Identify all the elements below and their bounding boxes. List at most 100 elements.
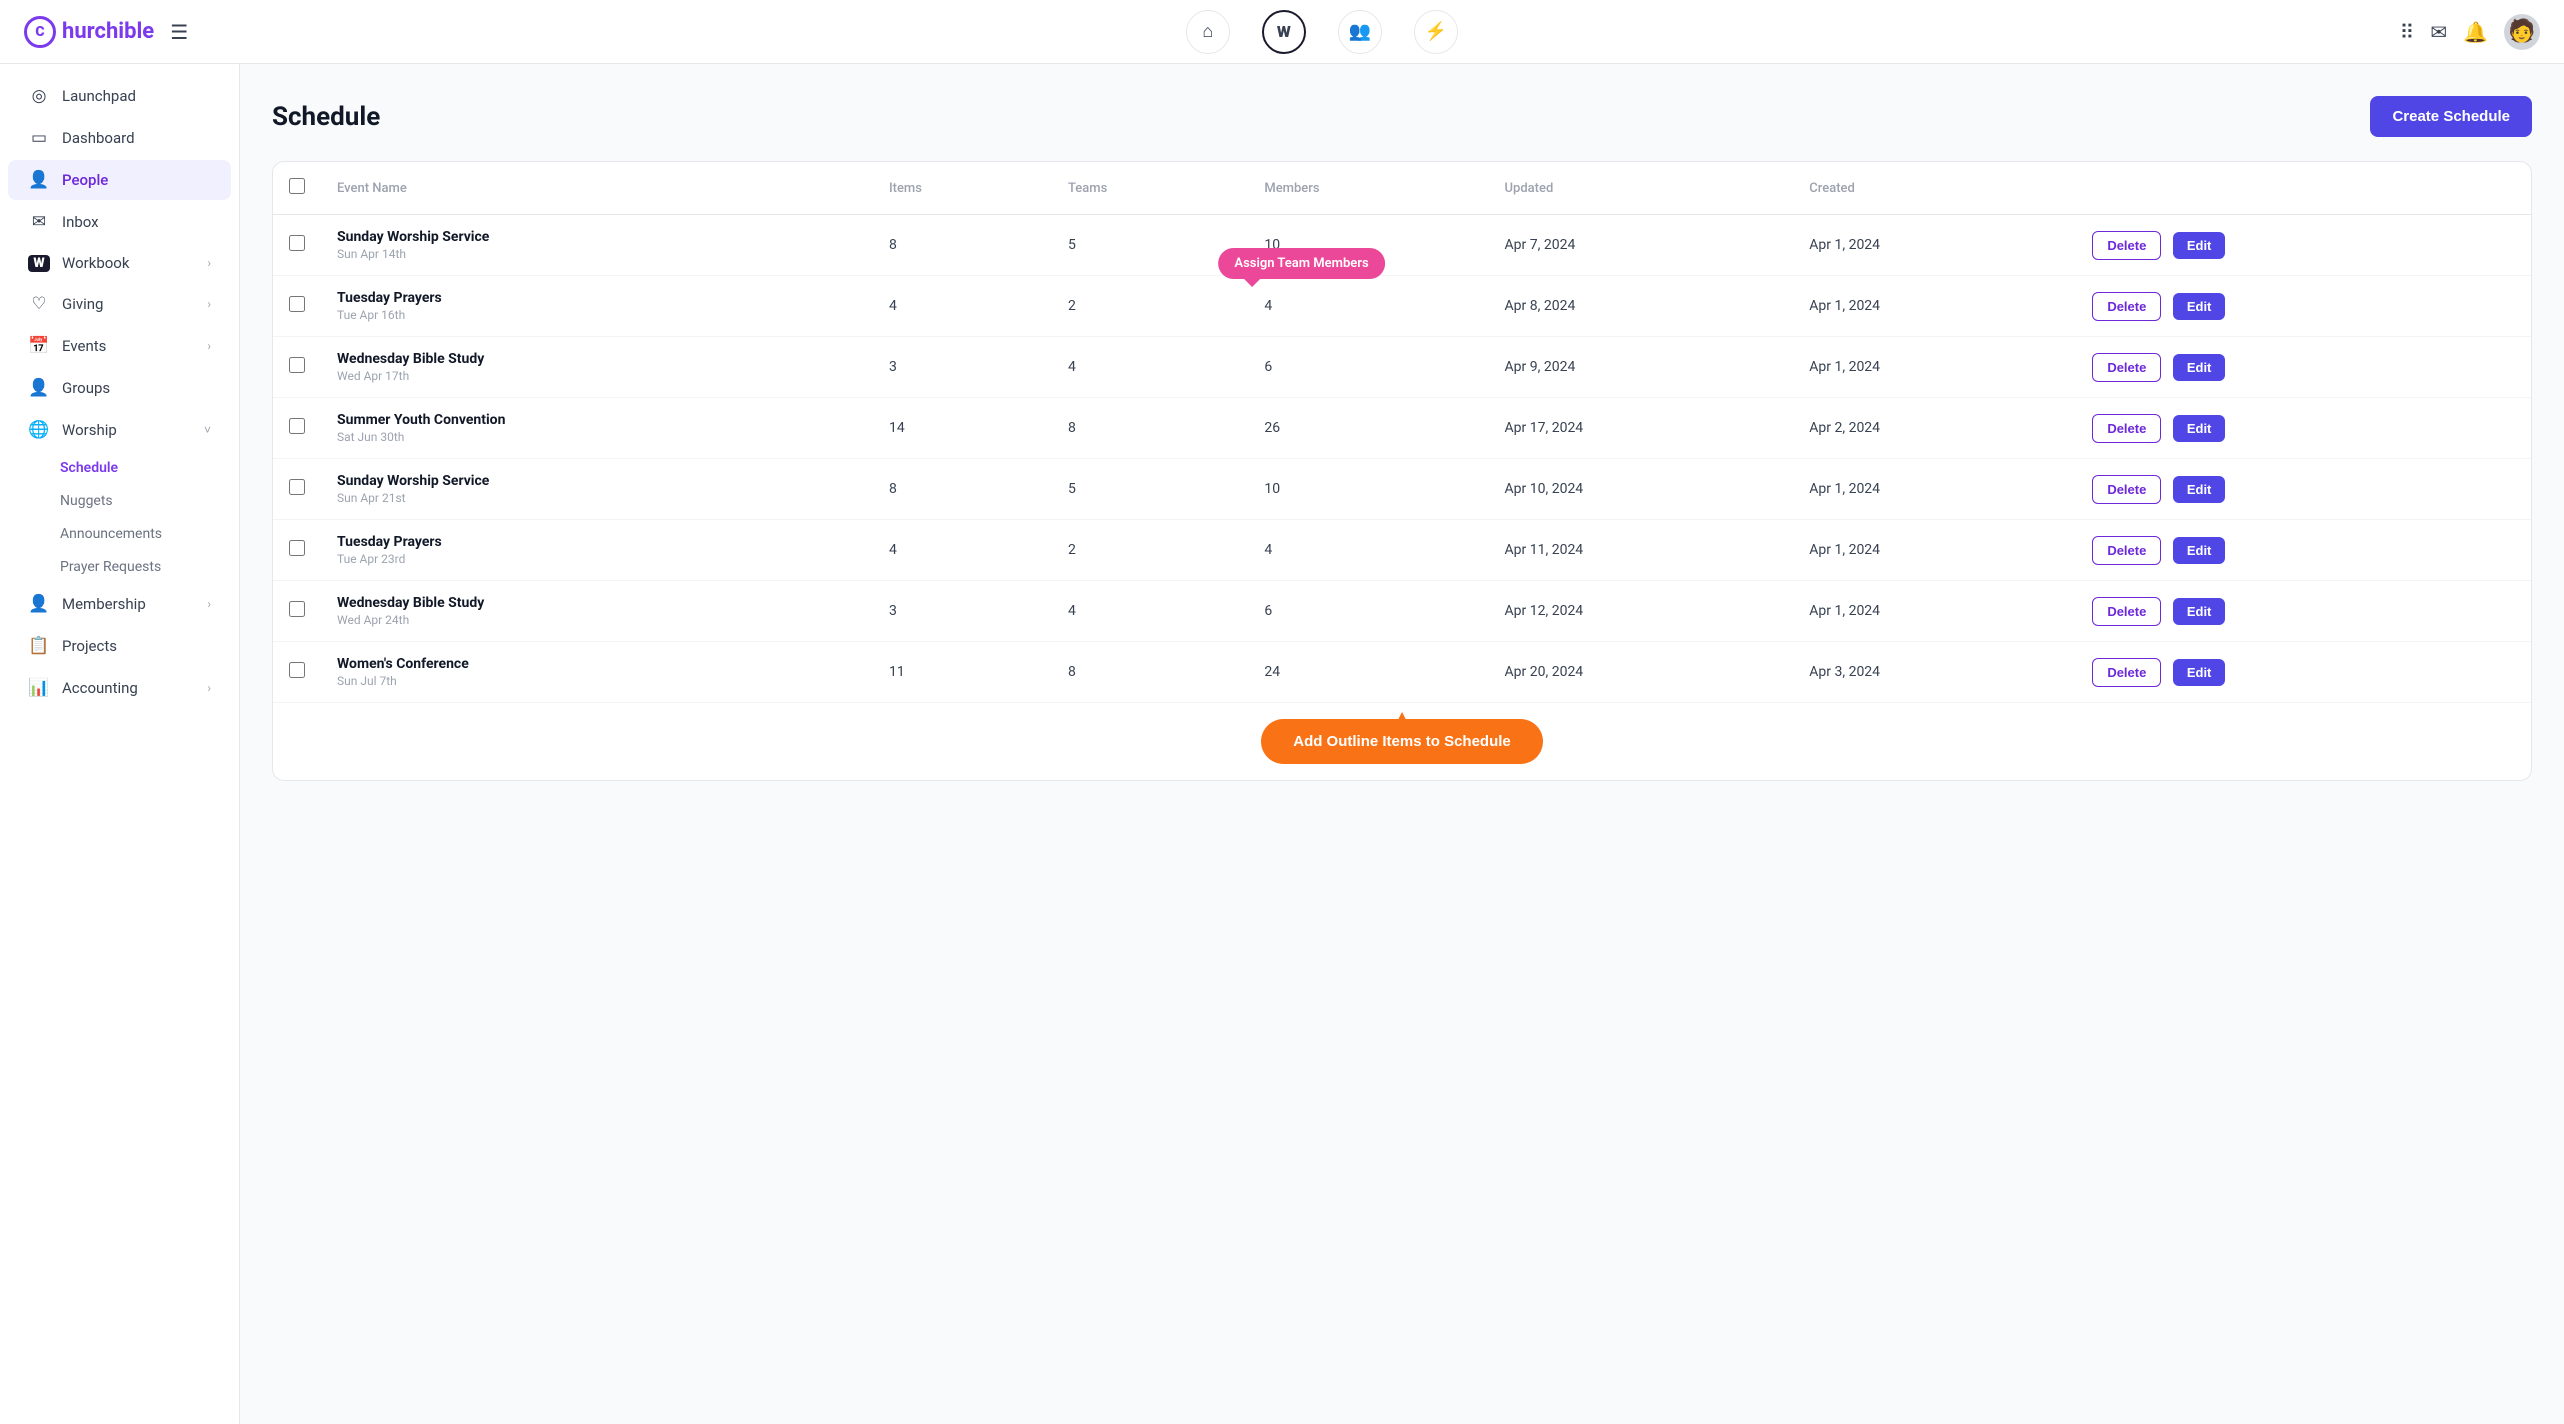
event-name: Women's Conference [337, 656, 857, 672]
sidebar-item-announcements[interactable]: Announcements [60, 518, 231, 550]
row-checkbox-1[interactable] [289, 235, 305, 251]
nav-home-button[interactable]: ⌂ [1186, 10, 1230, 54]
event-date: Sat Jun 30th [337, 430, 857, 444]
table-row: Sunday Worship Service Sun Apr 21st 8 5 … [273, 459, 2531, 520]
edit-button-8[interactable]: Edit [2173, 659, 2226, 686]
sidebar-item-events[interactable]: 📅 Events › [8, 326, 231, 366]
page-header: Schedule Create Schedule [272, 96, 2532, 137]
sidebar-item-schedule[interactable]: Schedule [60, 452, 231, 484]
delete-button-7[interactable]: Delete [2092, 597, 2161, 626]
sidebar-item-groups[interactable]: 👤 Groups [8, 368, 231, 408]
event-name-cell: Tuesday Prayers Tue Apr 23rd [321, 520, 873, 581]
table-row: Wednesday Bible Study Wed Apr 24th 3 4 6… [273, 581, 2531, 642]
event-date: Sun Apr 21st [337, 491, 857, 505]
app-logo[interactable]: C hurchible [24, 16, 154, 48]
edit-button-4[interactable]: Edit [2173, 415, 2226, 442]
event-name-cell: Tuesday Prayers Tue Apr 16th [321, 276, 873, 337]
row-checkbox-cell [273, 276, 321, 337]
row-checkbox-5[interactable] [289, 479, 305, 495]
workbook-chevron-icon: › [207, 256, 211, 270]
sidebar-item-launchpad[interactable]: ◎ Launchpad [8, 76, 231, 116]
grid-icon[interactable]: ⠿ [2400, 20, 2415, 44]
accounting-chevron-icon: › [207, 681, 211, 695]
sidebar-label-giving: Giving [62, 295, 103, 313]
main-content: Schedule Create Schedule Event Name Item… [240, 64, 2564, 1424]
nav-workbook-button[interactable]: W [1262, 10, 1306, 54]
home-icon: ⌂ [1202, 21, 1213, 42]
nav-center: ⌂ W 👥 ⚡ [244, 10, 2400, 54]
sidebar-item-nuggets[interactable]: Nuggets [60, 485, 231, 517]
sidebar-item-people[interactable]: 👤 People [8, 160, 231, 200]
sidebar-item-membership[interactable]: 👤 Membership › [8, 584, 231, 624]
people-icon: 👥 [1349, 21, 1371, 42]
delete-button-8[interactable]: Delete [2092, 658, 2161, 687]
sidebar-label-worship: Worship [62, 421, 117, 439]
event-name-cell: Sunday Worship Service Sun Apr 14th [321, 215, 873, 276]
updated-cell: Apr 17, 2024 [1489, 398, 1794, 459]
row-checkbox-cell [273, 398, 321, 459]
table-row: Tuesday Prayers Tue Apr 23rd 4 2 4 Apr 1… [273, 520, 2531, 581]
bolt-icon: ⚡ [1425, 21, 1447, 42]
row-checkbox-2[interactable] [289, 296, 305, 312]
worship-submenu: Schedule Nuggets Announcements Prayer Re… [0, 452, 239, 583]
members-cell: 26 [1248, 398, 1488, 459]
delete-button-5[interactable]: Delete [2092, 475, 2161, 504]
add-outline-bar: Add Outline Items to Schedule [273, 702, 2531, 780]
edit-button-3[interactable]: Edit [2173, 354, 2226, 381]
page-title: Schedule [272, 102, 380, 132]
create-schedule-button[interactable]: Create Schedule [2370, 96, 2532, 137]
mail-icon[interactable]: ✉ [2430, 20, 2447, 44]
delete-button-6[interactable]: Delete [2092, 536, 2161, 565]
edit-button-1[interactable]: Edit [2173, 232, 2226, 259]
table-body: Sunday Worship Service Sun Apr 14th 8 5 … [273, 215, 2531, 703]
actions-cell: Delete Edit [2076, 459, 2531, 520]
sidebar-item-workbook[interactable]: W Workbook › [8, 244, 231, 282]
row-checkbox-cell [273, 642, 321, 703]
notification-bell-icon[interactable]: 🔔 [2463, 20, 2488, 44]
row-checkbox-6[interactable] [289, 540, 305, 556]
sidebar-label-dashboard: Dashboard [62, 129, 135, 147]
delete-button-3[interactable]: Delete [2092, 353, 2161, 382]
edit-button-5[interactable]: Edit [2173, 476, 2226, 503]
sidebar-item-accounting[interactable]: 📊 Accounting › [8, 668, 231, 708]
delete-button-2[interactable]: Delete [2092, 292, 2161, 321]
updated-cell: Apr 10, 2024 [1489, 459, 1794, 520]
hamburger-menu[interactable]: ☰ [170, 20, 188, 44]
sidebar-item-giving[interactable]: ♡ Giving › [8, 284, 231, 324]
edit-button-2[interactable]: Edit [2173, 293, 2226, 320]
row-checkbox-8[interactable] [289, 662, 305, 678]
actions-cell: Delete Edit [2076, 398, 2531, 459]
event-name-cell: Sunday Worship Service Sun Apr 21st [321, 459, 873, 520]
sidebar-item-prayer-requests[interactable]: Prayer Requests [60, 551, 231, 583]
row-checkbox-7[interactable] [289, 601, 305, 617]
edit-button-6[interactable]: Edit [2173, 537, 2226, 564]
event-name-cell: Wednesday Bible Study Wed Apr 17th [321, 337, 873, 398]
add-outline-items-button[interactable]: Add Outline Items to Schedule [1261, 719, 1543, 764]
header-actions [2076, 162, 2531, 215]
sidebar-label-launchpad: Launchpad [62, 87, 136, 105]
row-checkbox-3[interactable] [289, 357, 305, 373]
sidebar-label-projects: Projects [62, 637, 117, 655]
select-all-checkbox[interactable] [289, 178, 305, 194]
delete-button-4[interactable]: Delete [2092, 414, 2161, 443]
nav-activity-button[interactable]: ⚡ [1414, 10, 1458, 54]
teams-cell: 2 [1052, 276, 1248, 337]
sidebar-item-worship[interactable]: 🌐 Worship ˅ [8, 410, 231, 450]
teams-cell: 8 [1052, 642, 1248, 703]
sidebar-item-dashboard[interactable]: ▭ Dashboard [8, 118, 231, 158]
sidebar-item-projects[interactable]: 📋 Projects [8, 626, 231, 666]
created-cell: Apr 1, 2024 [1793, 459, 2076, 520]
assign-team-tooltip[interactable]: Assign Team Members [1218, 248, 1384, 279]
user-avatar[interactable]: 🧑 [2504, 14, 2540, 50]
edit-button-7[interactable]: Edit [2173, 598, 2226, 625]
table-header: Event Name Items Teams Members Updated C… [273, 162, 2531, 215]
sidebar-item-inbox[interactable]: ✉ Inbox [8, 202, 231, 242]
row-checkbox-4[interactable] [289, 418, 305, 434]
logo-icon: C [24, 16, 56, 48]
sidebar-label-membership: Membership [62, 595, 146, 613]
nav-people-button[interactable]: 👥 [1338, 10, 1382, 54]
launchpad-icon: ◎ [28, 86, 50, 106]
created-cell: Apr 1, 2024 [1793, 520, 2076, 581]
delete-button-1[interactable]: Delete [2092, 231, 2161, 260]
groups-icon: 👤 [28, 378, 50, 398]
